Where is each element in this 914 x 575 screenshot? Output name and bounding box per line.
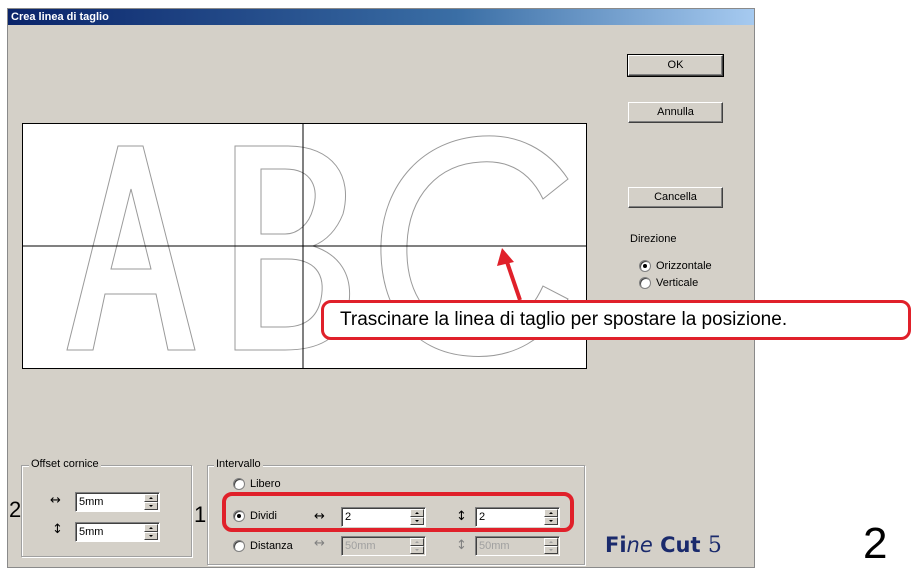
direction-label: Direzione [630,233,677,245]
logo-part-1: Fi [605,533,627,557]
offset-vertical-input[interactable] [79,525,140,539]
page-number: 2 [863,519,888,568]
cut-line-dialog: Crea linea di taglio OK Annulla Cancella [7,8,755,568]
divide-highlight-box [222,492,574,532]
radio-free[interactable] [233,478,245,490]
distance-horizontal-input [345,539,406,553]
distance-vertical-up-icon [544,538,558,546]
marker-1: 1 [194,502,207,527]
offset-horizontal-stepper[interactable] [75,492,160,512]
vertical-arrow-icon: ↕ [52,522,63,537]
logo-part-2: ne [626,533,653,557]
offset-vertical-up-icon[interactable] [144,524,158,532]
ok-button[interactable]: OK [627,54,724,77]
interval-group-title: Intervallo [214,458,263,470]
distance-horizontal-arrow-icon: ↔ [314,536,325,551]
radio-distance-label: Distanza [250,540,293,552]
distance-vertical-down-icon [544,546,558,554]
offset-horizontal-up-icon[interactable] [144,494,158,502]
offset-vertical-down-icon[interactable] [144,532,158,540]
logo-version: 5 [707,533,722,558]
dialog-title: Crea linea di taglio [8,9,754,25]
radio-free-label: Libero [250,478,281,490]
letter-a-outline [66,145,196,351]
horizontal-arrow-icon: ↔ [50,493,61,508]
logo-part-3: Cut [652,533,708,557]
finecut-logo: Fine Cut 5 [605,533,722,558]
radio-horizontal-label: Orizzontale [656,260,712,272]
radio-vertical[interactable] [639,277,651,289]
distance-horizontal-up-icon [410,538,424,546]
offset-vertical-stepper[interactable] [75,522,160,542]
cancel-button[interactable]: Annulla [628,102,723,123]
delete-button[interactable]: Cancella [628,187,723,208]
callout-text: Trascinare la linea di taglio per sposta… [340,309,788,330]
distance-vertical-arrow-icon: ↕ [456,538,467,553]
distance-vertical-stepper [475,536,560,556]
radio-horizontal[interactable] [639,260,651,272]
distance-vertical-input [479,539,540,553]
offset-horizontal-input[interactable] [79,495,140,509]
distance-horizontal-stepper [341,536,426,556]
offset-horizontal-down-icon[interactable] [144,502,158,510]
radio-vertical-label: Verticale [656,277,699,289]
distance-horizontal-down-icon [410,546,424,554]
letter-a-counter [110,188,152,270]
marker-2: 2 [9,497,22,522]
radio-distance[interactable] [233,540,245,552]
letter-b-lower-counter [260,258,323,328]
letter-b-upper-counter [260,168,316,235]
offset-group-title: Offset cornice [29,458,101,470]
